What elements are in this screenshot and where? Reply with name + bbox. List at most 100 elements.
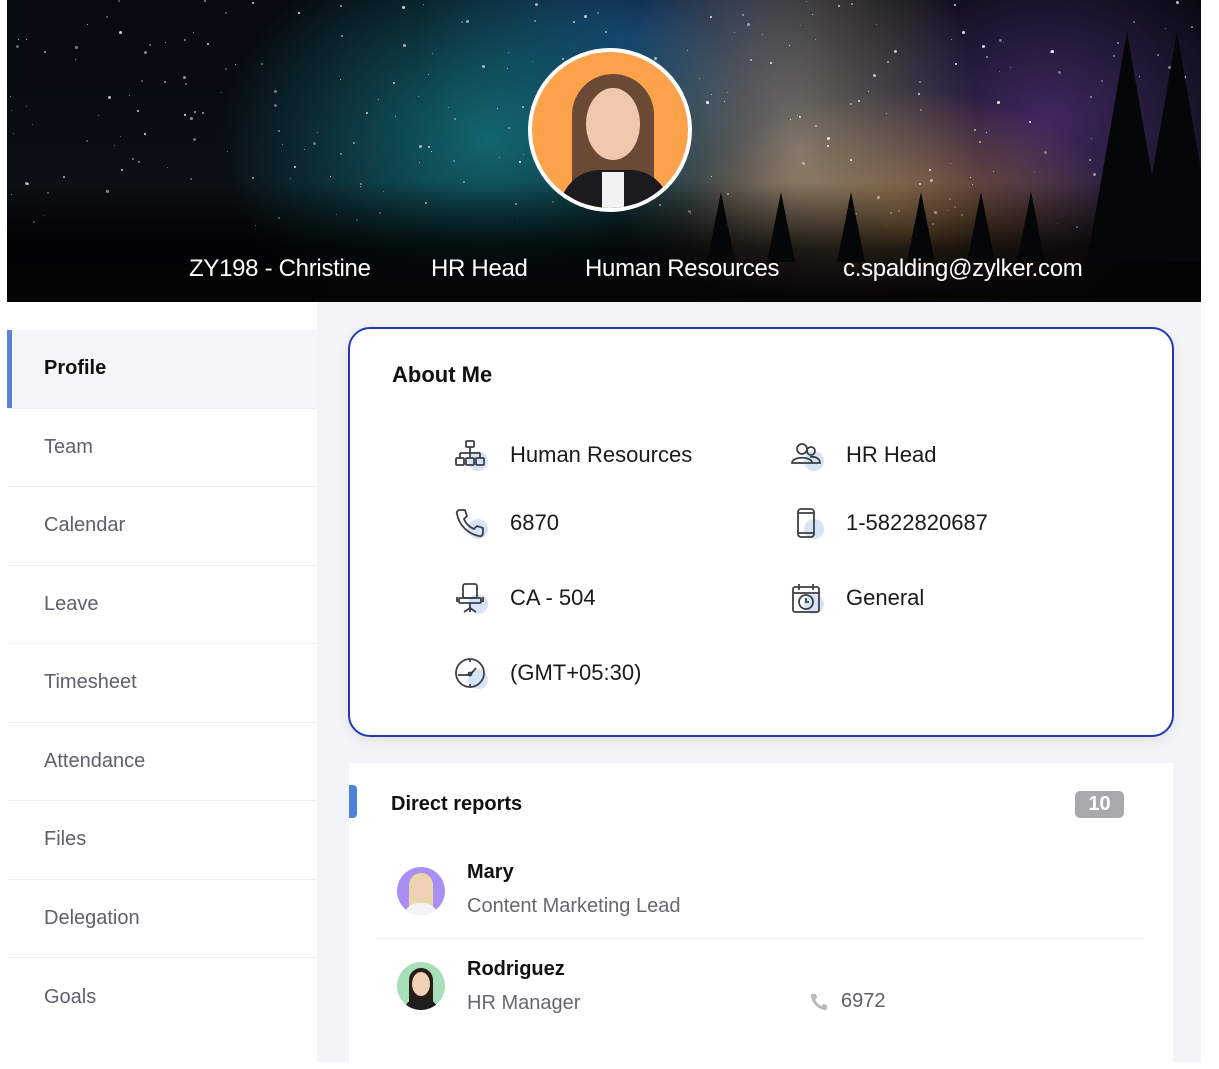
star — [849, 159, 852, 162]
star — [999, 71, 1001, 72]
star — [207, 42, 210, 45]
star — [893, 50, 897, 54]
report-name[interactable]: Mary — [467, 861, 514, 884]
star — [706, 101, 710, 105]
sidebar-item-delegation[interactable]: Delegation — [7, 880, 317, 958]
star — [826, 136, 830, 140]
sidebar-item-team[interactable]: Team — [7, 409, 317, 487]
star — [1190, 26, 1193, 29]
star — [954, 3, 957, 6]
employee-id-name: ZY198 - Christine — [189, 255, 371, 282]
report-phone[interactable]: 6972 — [809, 990, 886, 1013]
star — [750, 58, 753, 61]
star — [260, 62, 263, 65]
sidebar-item-label: Timesheet — [44, 671, 137, 694]
star — [746, 22, 750, 26]
star — [770, 61, 773, 64]
sidebar-item-label: Files — [44, 828, 87, 851]
profile-avatar[interactable] — [528, 48, 692, 212]
star — [316, 132, 318, 134]
star — [867, 91, 869, 93]
star — [105, 15, 108, 18]
star — [120, 168, 123, 171]
banner-info-row: ZY198 - Christine HR Head Human Resource… — [7, 255, 1201, 285]
star — [164, 41, 166, 43]
sidebar-item-timesheet[interactable]: Timesheet — [7, 644, 317, 723]
star — [15, 44, 19, 48]
star — [798, 115, 801, 118]
about-me-card: About Me Human Resources HR Head 6870 1-… — [348, 327, 1174, 737]
star — [1002, 41, 1004, 43]
star — [596, 11, 599, 14]
star — [962, 30, 966, 34]
star — [9, 96, 11, 98]
star — [726, 92, 728, 94]
star — [148, 43, 151, 46]
star — [886, 113, 888, 115]
star — [221, 91, 223, 93]
sidebar-item-label: Profile — [44, 357, 107, 380]
star — [167, 166, 169, 168]
star — [430, 151, 432, 153]
star — [428, 146, 431, 149]
phone-icon — [450, 503, 490, 543]
star — [329, 176, 331, 178]
star — [1009, 67, 1011, 69]
sidebar-item-profile[interactable]: Profile — [7, 330, 317, 409]
star — [851, 3, 854, 6]
star — [138, 160, 140, 163]
star — [128, 94, 130, 96]
star — [827, 144, 830, 147]
sidebar-item-leave[interactable]: Leave — [7, 566, 317, 644]
sidebar-item-calendar[interactable]: Calendar — [7, 487, 317, 566]
star — [13, 132, 15, 134]
star — [950, 162, 952, 164]
star — [1175, 1, 1179, 5]
star — [1028, 121, 1031, 124]
star — [710, 94, 712, 96]
email-text[interactable]: c.spalding@zylker.com — [843, 255, 1083, 283]
star — [118, 0, 121, 3]
star — [86, 140, 89, 143]
star — [193, 32, 195, 34]
sidebar-item-files[interactable]: Files — [7, 801, 317, 880]
star — [452, 160, 455, 163]
section-marker — [349, 785, 357, 818]
sidebar-item-label: Team — [44, 435, 93, 458]
star — [393, 82, 396, 85]
star — [951, 39, 953, 41]
star — [281, 144, 283, 146]
star — [499, 156, 501, 158]
star — [235, 63, 237, 65]
star — [192, 137, 196, 141]
star — [190, 177, 193, 180]
star — [417, 95, 419, 97]
star — [986, 55, 989, 58]
star — [428, 73, 430, 75]
sidebar-item-attendance[interactable]: Attendance — [7, 723, 317, 801]
star — [531, 60, 533, 62]
list-item[interactable]: Rodriguez HR Manager 6972 — [375, 946, 1145, 1036]
star — [993, 170, 995, 172]
star — [998, 38, 1002, 42]
star — [62, 176, 65, 179]
star — [1133, 20, 1136, 23]
star — [422, 4, 424, 6]
star — [583, 15, 587, 19]
star — [182, 75, 186, 79]
direct-reports-count-badge: 10 — [1075, 791, 1124, 818]
department-text: Human Resources — [585, 255, 780, 282]
sidebar-item-goals[interactable]: Goals — [7, 958, 317, 1037]
designation-value: HR Head — [846, 442, 937, 467]
list-item[interactable]: Mary Content Marketing Lead — [375, 851, 1145, 941]
star — [277, 130, 280, 133]
report-name[interactable]: Rodriguez — [467, 958, 565, 981]
star — [653, 57, 657, 61]
star — [872, 73, 876, 77]
star — [225, 67, 228, 70]
star — [184, 38, 187, 41]
star — [918, 92, 921, 95]
star — [113, 144, 115, 146]
star — [226, 151, 228, 153]
star — [252, 176, 255, 179]
